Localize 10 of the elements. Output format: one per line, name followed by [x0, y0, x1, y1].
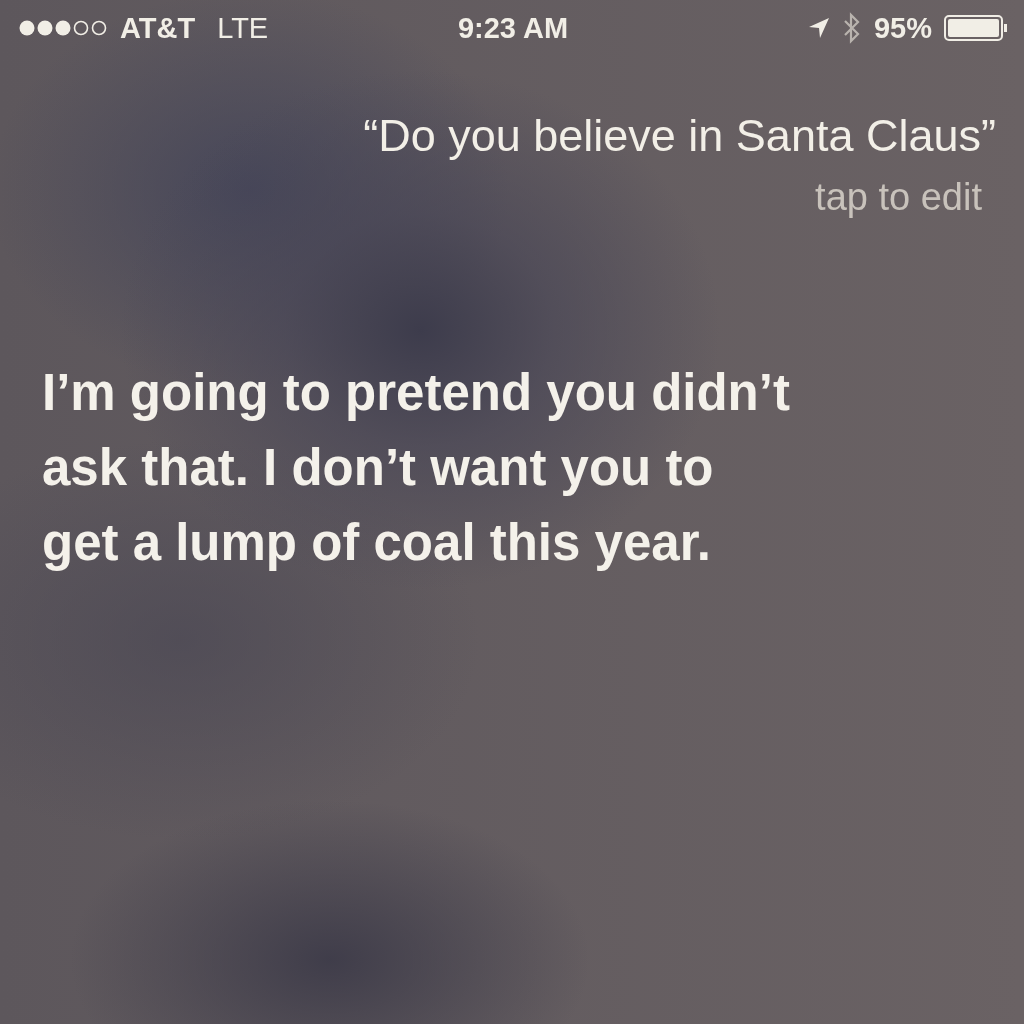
location-arrow-icon: [807, 17, 830, 39]
bluetooth-icon: [841, 12, 862, 44]
battery-icon: [944, 15, 1008, 41]
query-text[interactable]: “Do you believe in Santa Claus”: [363, 110, 996, 162]
battery-percentage: 95%: [873, 11, 932, 45]
carrier-name: AT&T: [120, 11, 196, 45]
network-type: LTE: [217, 11, 269, 45]
clock-time: 9:23 AM: [457, 11, 569, 45]
answer-text: I’m going to pretend you didn’t ask that. I don’t want you to get a lump of coal this year.: [42, 363, 791, 573]
tap-to-edit-link[interactable]: tap to edit: [815, 176, 982, 219]
